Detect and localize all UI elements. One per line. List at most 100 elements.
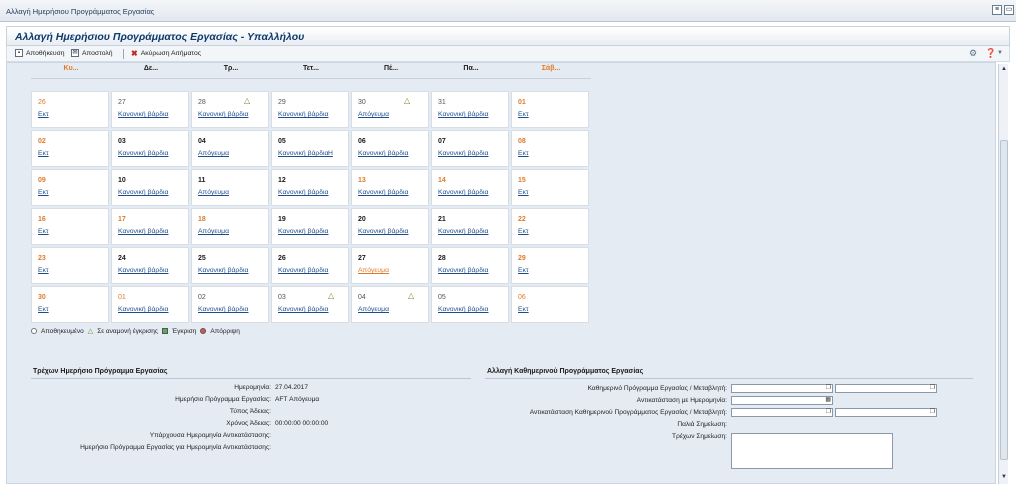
calendar-day-cell[interactable]: 29 Κανονική βάρδια	[271, 91, 349, 128]
shift-link[interactable]: Εκτ	[38, 267, 49, 274]
shift-link[interactable]: Εκτ	[38, 150, 49, 157]
calendar-day-cell[interactable]: 05 Κανονική βάρδια	[431, 286, 509, 323]
calendar-day-cell[interactable]: 31 Κανονική βάρδια	[431, 91, 509, 128]
calendar-day-cell[interactable]: 16 Εκτ	[31, 208, 109, 245]
schedule-variant-input-2[interactable]: ❐	[835, 384, 937, 393]
calendar-day-cell[interactable]: 27 Κανονική βάρδια	[111, 91, 189, 128]
shift-link[interactable]: Κανονική βάρδια	[438, 189, 488, 196]
shift-link[interactable]: Απόγευμα	[358, 267, 389, 274]
calendar-day-cell[interactable]: 20 Κανονική βάρδια	[351, 208, 429, 245]
shift-link[interactable]: Κανονική βάρδια	[118, 306, 168, 313]
restore-icon[interactable]: ▭	[1004, 5, 1014, 15]
scroll-down-icon[interactable]: ▼	[1000, 473, 1008, 481]
calendar-day-cell[interactable]: 06 Κανονική βάρδια	[351, 130, 429, 167]
help-icon[interactable]: ❓	[985, 48, 996, 59]
shift-link[interactable]: Κανονική βάρδια	[438, 150, 488, 157]
calendar-day-cell[interactable]: 08 Εκτ	[511, 130, 589, 167]
shift-link[interactable]: Κανονική βάρδια	[278, 306, 328, 313]
shift-link[interactable]: Κανονική βάρδια	[198, 306, 248, 313]
user-settings-icon[interactable]: ⚙	[969, 48, 977, 59]
calendar-day-cell[interactable]: 02 Κανονική βάρδια	[191, 286, 269, 323]
replace-date-input[interactable]: ▦	[731, 396, 833, 405]
calendar-day-cell[interactable]: 30 Εκτ	[31, 286, 109, 323]
shift-link[interactable]: Εκτ	[518, 228, 529, 235]
calendar-day-cell[interactable]: 26 Κανονική βάρδια	[271, 247, 349, 284]
calendar-day-cell[interactable]: 30 Απόγευμα △	[351, 91, 429, 128]
shift-link[interactable]: Κανονική βάρδια	[358, 189, 408, 196]
value-help-icon[interactable]: ❐	[826, 385, 831, 392]
calendar-day-cell[interactable]: 01 Κανονική βάρδια	[111, 286, 189, 323]
shift-link[interactable]: Εκτ	[518, 267, 529, 274]
calendar-day-cell[interactable]: 03 Κανονική βάρδια	[111, 130, 189, 167]
calendar-day-cell[interactable]: 09 Εκτ	[31, 169, 109, 206]
calendar-day-cell[interactable]: 17 Κανονική βάρδια	[111, 208, 189, 245]
calendar-day-cell[interactable]: 11 Απόγευμα	[191, 169, 269, 206]
menu-icon[interactable]: ≡	[992, 5, 1002, 15]
calendar-day-cell[interactable]: 26 Εκτ	[31, 91, 109, 128]
shift-link[interactable]: Απόγευμα	[198, 189, 229, 196]
calendar-day-cell[interactable]: 14 Κανονική βάρδια	[431, 169, 509, 206]
calendar-day-cell[interactable]: 12 Κανονική βάρδια	[271, 169, 349, 206]
calendar-day-cell[interactable]: 19 Κανονική βάρδια	[271, 208, 349, 245]
calendar-day-cell[interactable]: 23 Εκτ	[31, 247, 109, 284]
shift-link[interactable]: Κανονική βάρδια	[118, 189, 168, 196]
schedule-variant-input[interactable]: ❐	[731, 384, 833, 393]
shift-link[interactable]: Εκτ	[38, 189, 49, 196]
shift-link[interactable]: Εκτ	[38, 228, 49, 235]
shift-link[interactable]: Κανονική βάρδια	[278, 189, 328, 196]
shift-link[interactable]: Κανονική βάρδια	[278, 228, 328, 235]
calendar-day-cell[interactable]: 18 Απόγευμα	[191, 208, 269, 245]
shift-link[interactable]: Κανονική βάρδια	[118, 150, 168, 157]
calendar-day-cell[interactable]: 29 Εκτ	[511, 247, 589, 284]
shift-link[interactable]: Εκτ	[518, 150, 529, 157]
value-help-icon[interactable]: ❐	[826, 409, 831, 416]
shift-link[interactable]: Κανονική βάρδια	[358, 150, 408, 157]
replace-schedule-input[interactable]: ❐	[731, 408, 833, 417]
shift-link[interactable]: Κανονική βάρδια	[438, 111, 488, 118]
calendar-day-cell[interactable]: 04 Απόγευμα	[191, 130, 269, 167]
scroll-up-icon[interactable]: ▲	[1000, 65, 1008, 73]
calendar-day-cell[interactable]: 22 Εκτ	[511, 208, 589, 245]
value-help-icon[interactable]: ❐	[930, 409, 935, 416]
scroll-thumb[interactable]	[1000, 140, 1008, 460]
send-button[interactable]: ✉ Αποστολή	[71, 49, 113, 57]
shift-link[interactable]: Κανονική βάρδια	[278, 150, 328, 157]
calendar-day-cell[interactable]: 04 Απόγευμα △	[351, 286, 429, 323]
shift-link[interactable]: Εκτ	[518, 189, 529, 196]
calendar-day-cell[interactable]: 02 Εκτ	[31, 130, 109, 167]
shift-link[interactable]: Εκτ	[518, 306, 529, 313]
calendar-day-cell[interactable]: 25 Κανονική βάρδια	[191, 247, 269, 284]
cancel-request-button[interactable]: ✖ Ακύρωση Αιτήματος	[131, 49, 201, 58]
calendar-day-cell[interactable]: 05 Κανονική βάρδια Η	[271, 130, 349, 167]
shift-link[interactable]: Κανονική βάρδια	[118, 228, 168, 235]
value-help-icon[interactable]: ❐	[930, 385, 935, 392]
shift-link[interactable]: Κανονική βάρδια	[358, 228, 408, 235]
calendar-day-cell[interactable]: 15 Εκτ	[511, 169, 589, 206]
calendar-day-cell[interactable]: 21 Κανονική βάρδια	[431, 208, 509, 245]
calendar-day-cell[interactable]: 28 Κανονική βάρδια	[431, 247, 509, 284]
calendar-day-cell[interactable]: 03 Κανονική βάρδια △	[271, 286, 349, 323]
shift-link[interactable]: Απόγευμα	[198, 150, 229, 157]
shift-link[interactable]: Εκτ	[38, 306, 49, 313]
shift-link[interactable]: Εκτ	[518, 111, 529, 118]
calendar-day-cell[interactable]: 24 Κανονική βάρδια	[111, 247, 189, 284]
shift-link[interactable]: Κανονική βάρδια	[118, 267, 168, 274]
shift-link[interactable]: Κανονική βάρδια	[438, 228, 488, 235]
calendar-day-cell[interactable]: 01 Εκτ	[511, 91, 589, 128]
calendar-icon[interactable]: ▦	[825, 397, 831, 404]
calendar-day-cell[interactable]: 13 Κανονική βάρδια	[351, 169, 429, 206]
calendar-day-cell[interactable]: 10 Κανονική βάρδια	[111, 169, 189, 206]
shift-link[interactable]: Κανονική βάρδια	[118, 111, 168, 118]
calendar-day-cell[interactable]: 06 Εκτ	[511, 286, 589, 323]
shift-link[interactable]: Κανονική βάρδια	[278, 267, 328, 274]
extra-shift-link[interactable]: Η	[328, 150, 333, 157]
vertical-scrollbar[interactable]: ▲ ▼	[998, 64, 1008, 484]
shift-link[interactable]: Εκτ	[38, 111, 49, 118]
shift-link[interactable]: Κανονική βάρδια	[438, 306, 488, 313]
shift-link[interactable]: Απόγευμα	[358, 111, 389, 118]
shift-link[interactable]: Απόγευμα	[358, 306, 389, 313]
shift-link[interactable]: Κανονική βάρδια	[198, 111, 248, 118]
save-button[interactable]: ▪ Αποθήκευση	[15, 49, 65, 57]
shift-link[interactable]: Απόγευμα	[198, 228, 229, 235]
chevron-down-icon[interactable]: ▼	[997, 50, 1003, 56]
